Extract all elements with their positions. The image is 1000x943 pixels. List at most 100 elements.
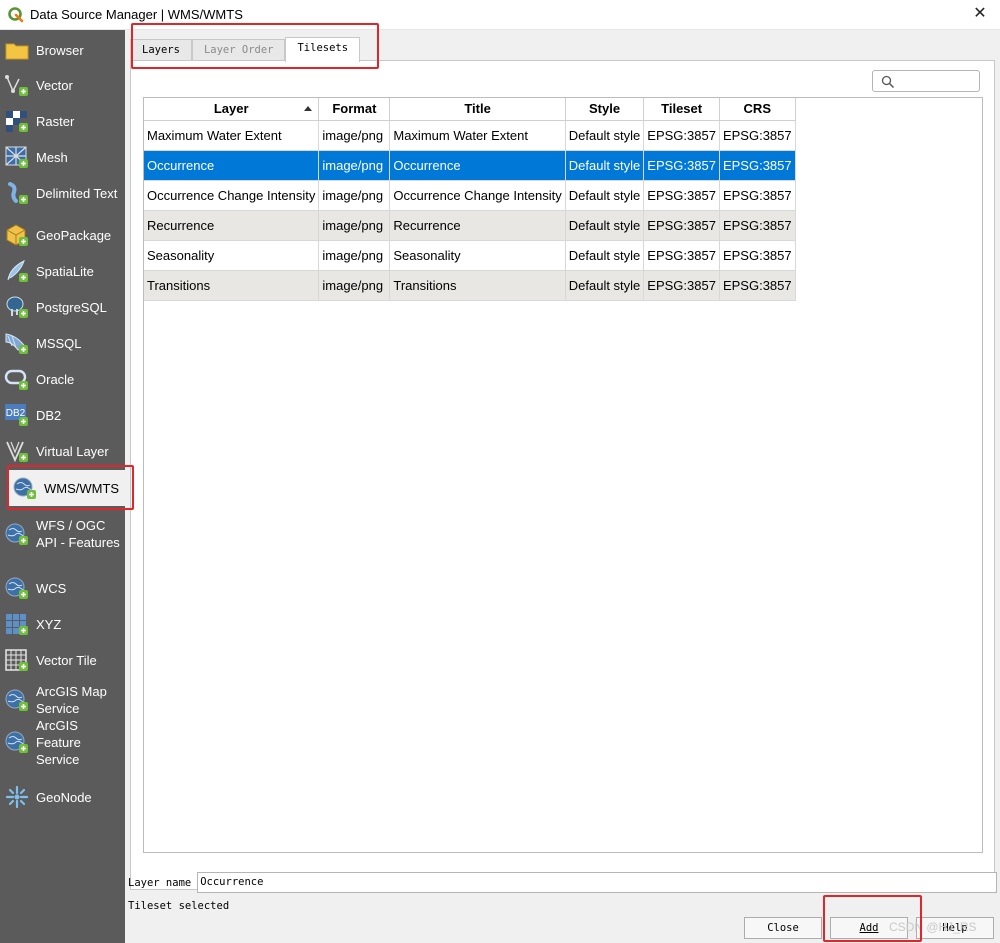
qgis-logo-icon [8, 6, 24, 22]
tab-tilesets[interactable]: Tilesets [285, 37, 361, 62]
sidebar-item-virtual-layer[interactable]: Virtual Layer [0, 438, 125, 464]
cell-format: image/png [318, 180, 391, 211]
cell-format: image/png [318, 210, 391, 241]
sidebar-item-label-line1: ArcGIS Feature [36, 717, 81, 750]
table-row[interactable]: Seasonality image/png Seasonality Defaul… [144, 240, 796, 271]
sidebar-item-label-line2: API - Features [36, 535, 120, 550]
sidebar-item-label: Vector Tile [36, 652, 97, 668]
sidebar-item-arcgis-map[interactable]: ArcGIS Map Service [0, 682, 125, 718]
sidebar-item-mssql[interactable]: MSSQL [0, 330, 125, 356]
sidebar-item-arcgis-feature[interactable]: ArcGIS Feature Service [0, 718, 125, 767]
sidebar-item-label: Oracle [36, 371, 75, 387]
table-row-selected[interactable]: Occurrence image/png Occurrence Default … [144, 150, 796, 181]
raster-icon [6, 111, 28, 132]
sidebar-item-label: GeoNode [36, 789, 92, 805]
cell-layer: Maximum Water Extent [144, 120, 320, 151]
mesh-icon [5, 146, 28, 168]
table-row[interactable]: Transitions image/png Transitions Defaul… [144, 270, 796, 301]
sidebar-item-db2[interactable]: DB2 DB2 [0, 402, 125, 428]
sidebar-item-label: Mesh [36, 149, 68, 165]
tilesets-table-container: Layer Format Title Style Tileset CRS Max… [143, 97, 983, 853]
search-input[interactable] [872, 70, 980, 92]
cell-tileset: EPSG:3857 [643, 180, 720, 211]
column-header-tileset[interactable]: Tileset [643, 98, 720, 121]
arcgis-map-icon [5, 689, 28, 711]
tab-layers[interactable]: Layers [130, 39, 192, 61]
sidebar-item-geonode[interactable]: GeoNode [0, 784, 125, 810]
column-header-style[interactable]: Style [565, 98, 645, 121]
vector-icon [5, 75, 28, 96]
cell-title: Recurrence [389, 210, 566, 241]
sidebar-item-label: Raster [36, 113, 75, 129]
sidebar-item-postgresql[interactable]: PostgreSQL [0, 294, 125, 320]
cell-tileset: EPSG:3857 [643, 270, 720, 301]
cell-title: Seasonality [389, 240, 566, 271]
sidebar-item-label: GeoPackage [36, 227, 112, 243]
sidebar-item-spatialite[interactable]: SpatiaLite [0, 258, 125, 284]
status-text: Tileset selected [128, 900, 230, 912]
close-button[interactable]: Close [744, 917, 822, 939]
sidebar-item-geopackage[interactable]: GeoPackage [0, 222, 125, 248]
column-header-layer[interactable]: Layer [144, 98, 320, 121]
column-header-title[interactable]: Title [389, 98, 566, 121]
sidebar-item-wcs[interactable]: WCS [0, 575, 125, 601]
watermark-text: CSDN @HJ_RS [889, 920, 977, 934]
table-row[interactable]: Maximum Water Extent image/png Maximum W… [144, 120, 796, 151]
sidebar-item-label: DB2 [36, 407, 62, 423]
sort-ascending-icon [304, 106, 313, 111]
cell-style: Default style [565, 150, 645, 181]
cell-style: Default style [565, 270, 645, 301]
sidebar-item-label-line2: Service [36, 751, 80, 767]
sidebar-item-browser[interactable]: Browser [0, 37, 125, 63]
virtual-layer-icon [6, 441, 28, 463]
wms-globe-icon [13, 477, 36, 499]
cell-layer: Recurrence [144, 210, 320, 241]
sidebar-item-raster[interactable]: Raster [0, 108, 125, 134]
column-header-format[interactable]: Format [318, 98, 391, 121]
cell-crs: EPSG:3857 [719, 150, 796, 181]
xyz-grid-icon [6, 614, 28, 635]
sidebar-item-oracle[interactable]: Oracle [0, 366, 125, 392]
wcs-globe-icon [5, 577, 28, 599]
sidebar-item-wms-wmts[interactable]: WMS/WMTS [8, 470, 125, 506]
tab-layer-order[interactable]: Layer Order [191, 39, 286, 61]
sidebar-item-label: MSSQL [36, 335, 82, 351]
column-header-label: Layer [213, 101, 249, 117]
sidebar-item-wfs-ogc[interactable]: WFS / OGC API - Features [0, 516, 125, 552]
cell-title: Occurrence [389, 150, 566, 181]
cell-format: image/png [318, 270, 391, 301]
cell-style: Default style [565, 240, 645, 271]
close-window-icon[interactable]: ✕ [970, 4, 990, 24]
wfs-globe-icon [5, 523, 28, 545]
sidebar-item-xyz[interactable]: XYZ [0, 611, 125, 637]
cell-crs: EPSG:3857 [719, 120, 796, 151]
spatialite-icon [7, 259, 28, 282]
sidebar-item-label: WFS / OGC API - Features [36, 517, 120, 551]
window-title: Data Source Manager | WMS/WMTS [30, 7, 243, 22]
table-header-row: Layer Format Title Style Tileset CRS [144, 98, 796, 121]
sidebar-item-label: WMS/WMTS [44, 480, 120, 496]
layer-name-input[interactable]: Occurrence [197, 872, 998, 893]
sidebar-item-label-line2: Service [36, 701, 80, 716]
layer-name-label: Layer name [128, 876, 192, 889]
table-row[interactable]: Recurrence image/png Recurrence Default … [144, 210, 796, 241]
sidebar-item-label: PostgreSQL [36, 299, 107, 315]
mssql-icon [5, 333, 28, 354]
sidebar-item-label: XYZ [36, 616, 62, 632]
sidebar-item-vector-tile[interactable]: Vector Tile [0, 647, 125, 673]
cell-title: Maximum Water Extent [389, 120, 566, 151]
postgresql-icon [6, 296, 28, 318]
cell-tileset: EPSG:3857 [643, 150, 720, 181]
tab-bar: Layers Layer Order Tilesets [130, 37, 361, 62]
sidebar-item-delimited-text[interactable]: Delimited Text [0, 180, 125, 206]
cell-crs: EPSG:3857 [719, 240, 796, 271]
geonode-icon [5, 785, 29, 809]
db2-icon: DB2 [5, 404, 28, 426]
cell-style: Default style [565, 120, 645, 151]
sidebar-item-vector[interactable]: Vector [0, 72, 125, 98]
oracle-icon [4, 369, 28, 390]
column-header-crs[interactable]: CRS [719, 98, 796, 121]
sidebar-item-label: ArcGIS Feature Service [36, 717, 125, 768]
table-row[interactable]: Occurrence Change Intensity image/png Oc… [144, 180, 796, 211]
sidebar-item-mesh[interactable]: Mesh [0, 144, 125, 170]
